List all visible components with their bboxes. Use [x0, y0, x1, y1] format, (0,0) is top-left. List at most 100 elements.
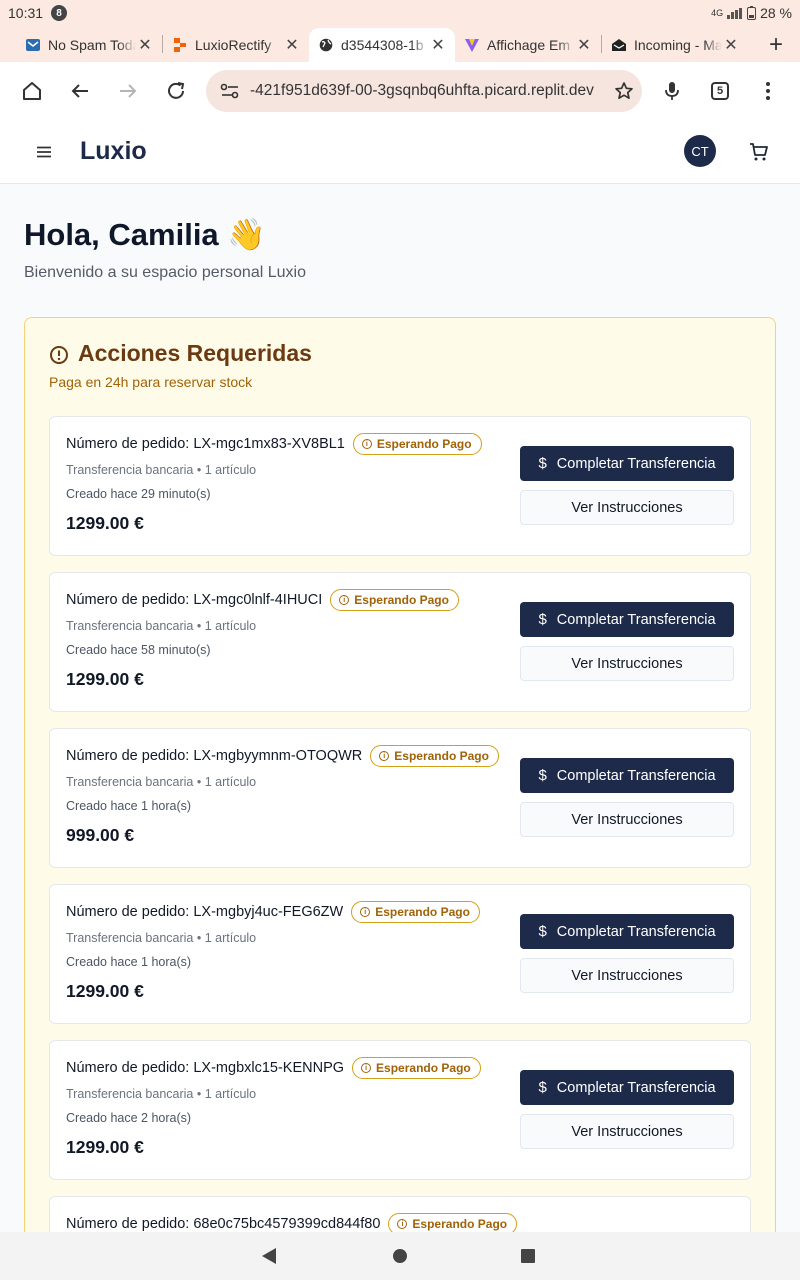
nav-recents-icon[interactable]	[521, 1249, 535, 1263]
tab-title: LuxioRectify	[195, 37, 272, 53]
info-icon: i	[379, 751, 390, 761]
complete-transfer-button[interactable]: $ Completar Transferencia	[520, 914, 734, 949]
button-label: Completar Transferencia	[556, 455, 716, 472]
order-card: Número de pedido: 68e0c75bc4579399cd844f…	[49, 1196, 751, 1232]
order-created: Creado hace 1 hora(s)	[66, 955, 192, 969]
order-number: Número de pedido: LX-mgbyj4uc-FEG6ZW	[66, 904, 344, 920]
page-subtitle: Bienvenido a su espacio personal Luxio	[24, 264, 306, 281]
order-method: Transferencia bancaria • 1 artículo	[66, 775, 257, 789]
order-number: Número de pedido: LX-mgc1mx83-XV8BL1	[66, 436, 345, 452]
menu-button[interactable]	[30, 140, 58, 164]
status-badge: i Esperando Pago	[351, 901, 480, 923]
app-header: Luxio CT	[0, 120, 800, 184]
new-tab-button[interactable]: +	[752, 28, 800, 62]
close-icon[interactable]: ✕	[136, 35, 154, 55]
order-card: Número de pedido: LX-mgc1mx83-XV8BL1 i Es…	[49, 416, 751, 556]
info-icon: i	[361, 1063, 372, 1073]
address-bar[interactable]: -421f951d639f-00-3gsqnbq6uhfta.picard.re…	[206, 70, 642, 112]
microphone-icon	[665, 82, 679, 100]
view-instructions-button[interactable]: Ver Instrucciones	[520, 490, 734, 525]
tab-count: 5	[711, 82, 729, 100]
view-instructions-button[interactable]: Ver Instrucciones	[520, 802, 734, 837]
tab-affichage[interactable]: Affichage Em ✕	[455, 28, 601, 62]
network-type: 4G	[711, 8, 724, 18]
close-icon[interactable]: ✕	[283, 35, 301, 55]
info-icon: i	[397, 1219, 408, 1229]
tab-title: d3544308-1b	[341, 37, 424, 53]
system-nav-bar	[0, 1232, 800, 1280]
battery-icon	[747, 6, 757, 20]
panel-subtitle: Paga en 24h para reservar stock	[49, 374, 253, 390]
home-button[interactable]	[8, 67, 56, 115]
page-viewport: Luxio CT Hola, Camilia 👋 Bienvenido a su…	[0, 120, 800, 1232]
url-text: -421f951d639f-00-3gsqnbq6uhfta.picard.re…	[250, 82, 594, 99]
order-method: Transferencia bancaria • 1 artículo	[66, 931, 257, 945]
reload-button[interactable]	[152, 67, 200, 115]
alert-circle-icon	[50, 346, 68, 364]
brand-logo[interactable]: Luxio	[80, 137, 147, 166]
info-icon: i	[339, 595, 350, 605]
complete-transfer-button[interactable]: $ Completar Transferencia	[520, 602, 734, 637]
plus-icon: +	[768, 31, 783, 58]
order-amount: 1299.00 €	[66, 513, 144, 533]
nav-home-icon[interactable]	[393, 1249, 407, 1263]
dollar-icon: $	[538, 1079, 547, 1096]
view-instructions-button[interactable]: Ver Instrucciones	[520, 1114, 734, 1149]
globe-icon	[319, 38, 333, 52]
view-instructions-button[interactable]: Ver Instrucciones	[520, 646, 734, 681]
button-label: Completar Transferencia	[556, 611, 716, 628]
badge-label: Esperando Pago	[354, 593, 449, 607]
order-created: Creado hace 29 minuto(s)	[66, 487, 211, 501]
replit-icon	[173, 38, 187, 52]
complete-transfer-button[interactable]: $ Completar Transferencia	[520, 1070, 734, 1105]
close-icon[interactable]: ✕	[429, 35, 447, 55]
button-label: Completar Transferencia	[556, 1079, 716, 1096]
close-icon[interactable]: ✕	[575, 35, 593, 55]
tab-switcher-button[interactable]: 5	[696, 67, 744, 115]
star-icon[interactable]	[614, 81, 634, 101]
hamburger-icon	[37, 146, 51, 158]
badge-label: Esperando Pago	[376, 1061, 471, 1075]
voice-search-button[interactable]	[648, 67, 696, 115]
badge-label: Esperando Pago	[376, 437, 472, 451]
status-badge: i Esperando Pago	[352, 1057, 481, 1079]
status-badge: i Esperando Pago	[370, 745, 499, 767]
mail-icon	[26, 38, 40, 52]
site-settings-icon[interactable]	[220, 82, 240, 100]
badge-label: Esperando Pago	[375, 905, 470, 919]
tab-luxio-rectify[interactable]: LuxioRectify ✕	[163, 28, 309, 62]
notification-badge-icon: 8	[51, 5, 68, 21]
avatar[interactable]: CT	[684, 135, 716, 167]
badge-label: Esperando Pago	[412, 1217, 508, 1231]
tab-no-spam[interactable]: No Spam Today ✕	[16, 28, 162, 62]
tab-strip: No Spam Today ✕ LuxioRectify ✕ d3544308-…	[0, 26, 800, 62]
order-card: Número de pedido: LX-mgbyj4uc-FEG6ZW i Es…	[49, 884, 751, 1024]
required-actions-panel: Acciones Requeridas Paga en 24h para res…	[24, 317, 776, 1232]
dollar-icon: $	[538, 455, 547, 472]
close-icon[interactable]: ✕	[722, 35, 740, 55]
order-amount: 1299.00 €	[66, 669, 144, 689]
browser-menu-button[interactable]	[744, 67, 792, 115]
vite-icon	[465, 38, 479, 52]
arrow-right-icon	[120, 84, 137, 98]
button-label: Completar Transferencia	[556, 767, 716, 784]
order-method: Transferencia bancaria • 1 artículo	[66, 1087, 257, 1101]
cart-button[interactable]	[745, 138, 773, 166]
back-button[interactable]	[56, 67, 104, 115]
info-icon: i	[360, 907, 371, 917]
nav-back-icon[interactable]	[262, 1248, 276, 1264]
complete-transfer-button[interactable]: $ Completar Transferencia	[520, 758, 734, 793]
status-time: 10:31	[8, 5, 44, 21]
badge-label: Esperando Pago	[394, 749, 489, 763]
page-title: Hola, Camilia 👋	[24, 217, 266, 252]
order-card: Número de pedido: LX-mgbyymnm-OTOQWR i Es…	[49, 728, 751, 868]
order-amount: 1299.00 €	[66, 1137, 144, 1157]
tab-active-page[interactable]: d3544308-1b ✕	[309, 28, 455, 62]
view-instructions-button[interactable]: Ver Instrucciones	[520, 958, 734, 993]
forward-button[interactable]	[104, 67, 152, 115]
complete-transfer-button[interactable]: $ Completar Transferencia	[520, 446, 734, 481]
tab-incoming-mail[interactable]: Incoming - Mail ✕	[602, 28, 748, 62]
order-card: Número de pedido: LX-mgbxlc15-KENNPG i Es…	[49, 1040, 751, 1180]
home-icon	[23, 82, 41, 100]
status-badge: i Esperando Pago	[388, 1213, 518, 1232]
